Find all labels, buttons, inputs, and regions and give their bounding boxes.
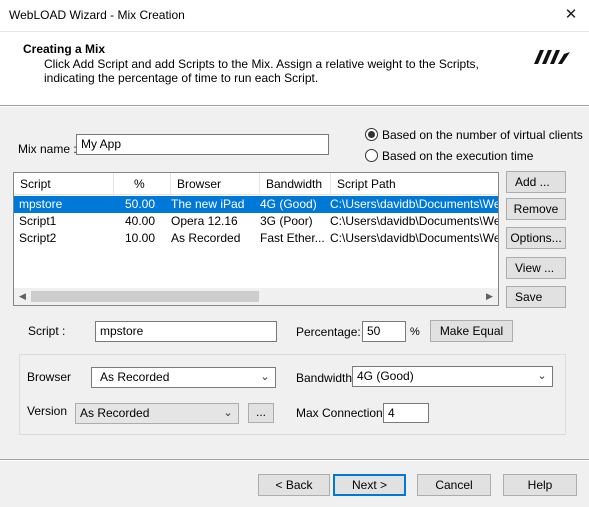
max-connections-label: Max Connections xyxy=(296,406,389,420)
max-connections-input[interactable]: 4 xyxy=(383,403,429,423)
page-description: Click Add Script and add Scripts to the … xyxy=(44,57,479,85)
scroll-right-icon[interactable]: ▶ xyxy=(481,288,498,305)
radio-execution-time[interactable] xyxy=(365,149,378,162)
add-script-button[interactable]: Add ... xyxy=(506,171,566,193)
percent-unit: % xyxy=(410,326,420,338)
chevron-down-icon: ⌄ xyxy=(537,370,547,382)
bandwidth-select-value: 4G (Good) xyxy=(357,369,414,383)
percentage-label: Percentage: xyxy=(296,325,361,339)
column-header-percent[interactable]: % xyxy=(114,173,171,195)
percentage-input[interactable]: 50 xyxy=(362,321,406,342)
version-select[interactable]: As Recorded ⌄ xyxy=(75,403,239,424)
make-equal-button[interactable]: Make Equal xyxy=(430,320,513,342)
cell-path: C:\Users\davidb\Documents\WebLO xyxy=(330,197,498,211)
radio-virtual-clients-label: Based on the number of virtual clients xyxy=(382,128,583,142)
window-title: WebLOAD Wizard - Mix Creation xyxy=(9,8,185,22)
webload-logo xyxy=(534,50,570,64)
scripts-table[interactable]: Script % Browser Bandwidth Script Path m… xyxy=(13,172,499,306)
cell-path: C:\Users\davidb\Documents\WebLO xyxy=(330,231,498,245)
browser-select-value: As Recorded xyxy=(100,370,170,384)
table-row[interactable]: mpstore 50.00 The new iPad 4G (Good) C:\… xyxy=(14,196,498,213)
cancel-button[interactable]: Cancel xyxy=(417,474,491,496)
cell-percent: 10.00 xyxy=(125,231,156,245)
cell-script: mpstore xyxy=(19,197,63,211)
version-select-value: As Recorded xyxy=(80,406,150,420)
next-button[interactable]: Next > xyxy=(333,474,406,496)
wizard-header: Creating a Mix Click Add Script and add … xyxy=(0,31,589,105)
script-name-input[interactable]: mpstore xyxy=(95,321,277,342)
cell-script: Script1 xyxy=(19,214,57,228)
browser-select[interactable]: As Recorded ⌄ xyxy=(91,367,276,388)
cell-bandwidth: 4G (Good) xyxy=(260,197,317,211)
help-button[interactable]: Help xyxy=(503,474,577,496)
chevron-down-icon: ⌄ xyxy=(223,407,233,419)
save-button[interactable]: Save xyxy=(506,286,566,308)
column-header-bandwidth[interactable]: Bandwidth xyxy=(260,173,331,195)
title-bar: WebLOAD Wizard - Mix Creation ✕ xyxy=(0,0,589,31)
page-title: Creating a Mix xyxy=(23,42,106,56)
bandwidth-select[interactable]: 4G (Good) ⌄ xyxy=(352,366,553,387)
cell-script: Script2 xyxy=(19,231,57,245)
cell-bandwidth: 3G (Poor) xyxy=(260,214,313,228)
column-header-browser[interactable]: Browser xyxy=(171,173,260,195)
script-label: Script : xyxy=(28,324,66,338)
remove-button[interactable]: Remove xyxy=(506,198,566,220)
cell-bandwidth: Fast Ether... xyxy=(260,231,325,245)
cell-percent: 50.00 xyxy=(125,197,156,211)
horizontal-scrollbar[interactable]: ◀ ▶ xyxy=(14,288,498,305)
back-button[interactable]: < Back xyxy=(258,474,330,496)
version-label: Version xyxy=(27,404,68,418)
mix-name-label: Mix name : xyxy=(18,142,77,156)
mix-name-input[interactable]: My App xyxy=(76,134,329,155)
footer-divider xyxy=(0,459,589,461)
version-browse-button[interactable]: ... xyxy=(248,403,274,423)
table-row[interactable]: Script1 40.00 Opera 12.16 3G (Poor) C:\U… xyxy=(14,213,498,230)
close-icon[interactable]: ✕ xyxy=(560,4,582,26)
column-header-script-path[interactable]: Script Path xyxy=(331,173,498,195)
chevron-down-icon: ⌄ xyxy=(260,371,270,383)
cell-browser: As Recorded xyxy=(171,231,241,245)
column-header-script[interactable]: Script xyxy=(14,173,114,195)
header-divider xyxy=(0,105,589,107)
scroll-left-icon[interactable]: ◀ xyxy=(14,288,31,305)
radio-virtual-clients[interactable] xyxy=(365,128,378,141)
bandwidth-label: Bandwidth xyxy=(296,371,353,385)
cell-path: C:\Users\davidb\Documents\WebLO xyxy=(330,214,498,228)
options-button[interactable]: Options... xyxy=(506,227,566,249)
view-button[interactable]: View ... xyxy=(506,257,566,279)
table-row[interactable]: Script2 10.00 As Recorded Fast Ether... … xyxy=(14,230,498,247)
browser-label: Browser xyxy=(27,370,72,384)
scroll-thumb[interactable] xyxy=(31,291,259,302)
radio-execution-time-label: Based on the execution time xyxy=(382,149,534,163)
cell-browser: Opera 12.16 xyxy=(171,214,238,228)
cell-browser: The new iPad xyxy=(171,197,245,211)
cell-percent: 40.00 xyxy=(125,214,156,228)
